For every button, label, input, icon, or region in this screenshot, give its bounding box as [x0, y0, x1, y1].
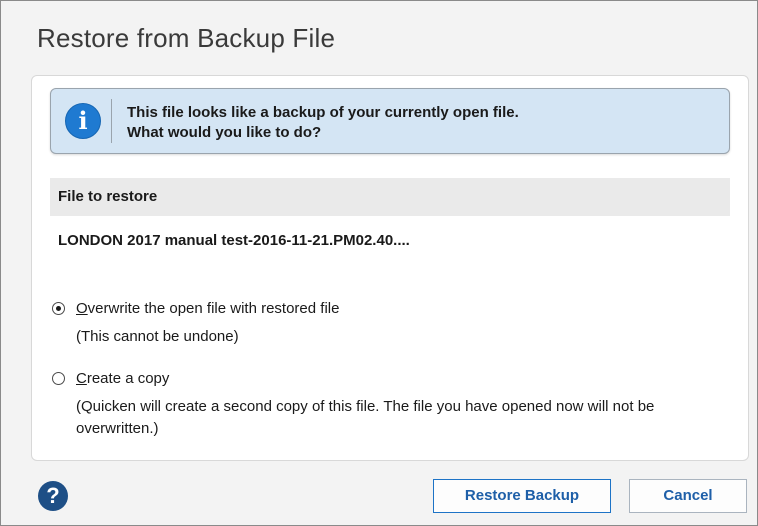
- info-icon: i: [65, 103, 101, 139]
- restore-backup-dialog: Restore from Backup File i This file loo…: [0, 0, 758, 526]
- overwrite-mnemonic: O: [76, 300, 88, 317]
- copy-label[interactable]: Create a copy: [76, 370, 169, 387]
- info-divider: [111, 99, 112, 143]
- file-name: LONDON 2017 manual test-2016-11-21.PM02.…: [58, 232, 410, 249]
- overwrite-label[interactable]: Overwrite the open file with restored fi…: [76, 300, 339, 317]
- overwrite-label-text: verwrite the open file with restored fil…: [87, 300, 340, 317]
- copy-radio[interactable]: [52, 372, 65, 385]
- file-to-restore-header: File to restore: [50, 178, 730, 216]
- cancel-button[interactable]: Cancel: [629, 479, 747, 513]
- copy-description: (Quicken will create a second copy of th…: [76, 398, 655, 437]
- info-line-2: What would you like to do?: [127, 124, 322, 141]
- content-panel: i This file looks like a backup of your …: [31, 75, 749, 461]
- dialog-title: Restore from Backup File: [37, 23, 336, 53]
- overwrite-radio[interactable]: [52, 302, 65, 315]
- info-banner: i This file looks like a backup of your …: [50, 88, 730, 154]
- restore-backup-button[interactable]: Restore Backup: [433, 479, 611, 513]
- radio-selected-dot: [56, 306, 61, 311]
- info-message: This file looks like a backup of your cu…: [127, 103, 519, 143]
- help-icon[interactable]: ?: [38, 481, 68, 511]
- overwrite-description: (This cannot be undone): [76, 328, 239, 345]
- info-line-1: This file looks like a backup of your cu…: [127, 104, 519, 121]
- copy-mnemonic: C: [76, 370, 87, 387]
- copy-label-text: reate a copy: [86, 370, 170, 387]
